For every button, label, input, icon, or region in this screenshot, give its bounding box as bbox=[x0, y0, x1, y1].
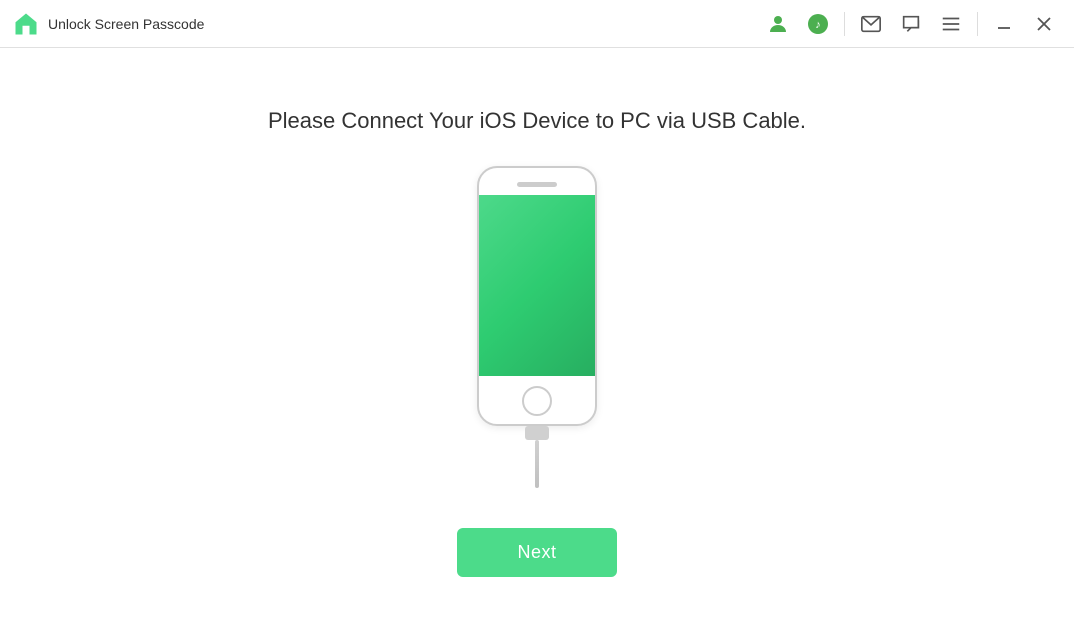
svg-text:♪: ♪ bbox=[815, 19, 821, 31]
mail-icon[interactable] bbox=[853, 6, 889, 42]
upgrade-icon-svg: ♪ bbox=[806, 12, 830, 36]
user-icon[interactable] bbox=[760, 6, 796, 42]
app-title: Unlock Screen Passcode bbox=[48, 16, 204, 32]
close-button[interactable] bbox=[1026, 6, 1062, 42]
app-icon bbox=[12, 10, 40, 38]
next-button[interactable]: Next bbox=[457, 528, 616, 577]
user-icon-svg bbox=[766, 12, 790, 36]
instruction-text: Please Connect Your iOS Device to PC via… bbox=[268, 108, 806, 134]
phone-body bbox=[477, 166, 597, 426]
mail-icon-svg bbox=[860, 13, 882, 35]
close-icon bbox=[1036, 16, 1052, 32]
title-bar-left: Unlock Screen Passcode bbox=[12, 10, 760, 38]
chat-icon-svg bbox=[900, 13, 922, 35]
cable-connector bbox=[525, 426, 549, 440]
phone-screen bbox=[479, 195, 595, 376]
cable-line bbox=[535, 440, 539, 488]
menu-icon[interactable] bbox=[933, 6, 969, 42]
separator2 bbox=[977, 12, 978, 36]
upgrade-icon[interactable]: ♪ bbox=[800, 6, 836, 42]
main-content: Please Connect Your iOS Device to PC via… bbox=[0, 48, 1074, 638]
phone-speaker bbox=[517, 182, 557, 187]
phone-home-button bbox=[522, 386, 552, 416]
usb-cable bbox=[525, 426, 549, 488]
minimize-button[interactable] bbox=[986, 6, 1022, 42]
menu-icon-svg bbox=[940, 13, 962, 35]
title-bar: Unlock Screen Passcode ♪ bbox=[0, 0, 1074, 48]
separator bbox=[844, 12, 845, 36]
chat-icon[interactable] bbox=[893, 6, 929, 42]
title-bar-right: ♪ bbox=[760, 6, 1062, 42]
device-illustration bbox=[477, 166, 597, 488]
minimize-icon bbox=[996, 16, 1012, 32]
